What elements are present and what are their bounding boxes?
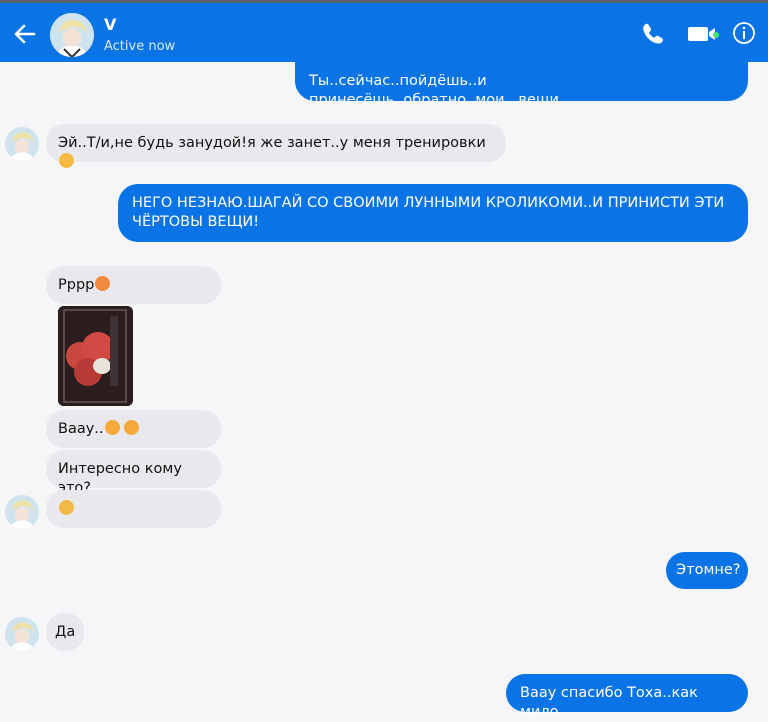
message-text: Этомне? — [676, 562, 741, 578]
pouting-face-emoji-icon — [95, 276, 111, 291]
heart-eyes-emoji-icon — [123, 420, 139, 435]
heart-eyes-emoji-icon — [104, 420, 120, 435]
message-bubble-incoming[interactable]: Эй..Т/и,не будь занудой!я же занет..у ме… — [46, 124, 506, 168]
message-text: Ты..сейчас..пойдёшь..и принесёшь..обратн… — [309, 73, 559, 108]
shared-photo[interactable] — [58, 306, 133, 406]
chat-header: V Active now — [0, 0, 768, 62]
message-text: Ваау спасибо Тоха..как мило — [520, 685, 698, 720]
message-bubble-incoming[interactable]: Интересно кому это? — [46, 450, 221, 496]
contact-avatar[interactable] — [50, 13, 94, 57]
contact-avatar-small[interactable] — [5, 127, 39, 161]
message-bubble-outgoing[interactable]: Ты..сейчас..пойдёшь..и принесёшь..обратн… — [295, 62, 748, 108]
message-text: Рррр — [58, 277, 95, 293]
info-icon[interactable] — [732, 21, 756, 45]
message-text: Да — [55, 624, 76, 640]
contact-avatar-small[interactable] — [5, 495, 39, 529]
message-bubble-outgoing[interactable]: НЕГО НЕЗНАЮ.ШАГАЙ СО СВОИМИ ЛУННЫМИ КРОЛ… — [118, 184, 748, 242]
message-text: НЕГО НЕЗНАЮ.ШАГАЙ СО СВОИМИ ЛУННЫМИ КРОЛ… — [132, 195, 725, 230]
message-bubble-incoming[interactable]: Да — [46, 613, 84, 651]
phone-icon[interactable] — [640, 21, 666, 47]
contact-avatar-small[interactable] — [5, 617, 39, 651]
message-text: Ваау.. — [58, 421, 104, 437]
contact-name: V — [104, 15, 117, 34]
message-bubble-outgoing[interactable]: Ваау спасибо Тоха..как мило — [506, 674, 748, 720]
back-arrow-icon[interactable] — [12, 21, 38, 47]
active-status: Active now — [104, 39, 176, 54]
message-text: Эй..Т/и,не будь занудой!я же занет..у ме… — [58, 135, 486, 151]
smirking-face-emoji-icon — [59, 500, 74, 515]
message-bubble-incoming[interactable]: Рррр — [46, 266, 221, 304]
message-bubble-incoming[interactable] — [46, 490, 221, 528]
online-dot-icon — [713, 32, 719, 38]
smiling-face-emoji-icon — [59, 153, 74, 168]
message-bubble-incoming[interactable]: Ваау.. — [46, 410, 221, 448]
message-bubble-outgoing[interactable]: Этомне? — [666, 552, 748, 589]
